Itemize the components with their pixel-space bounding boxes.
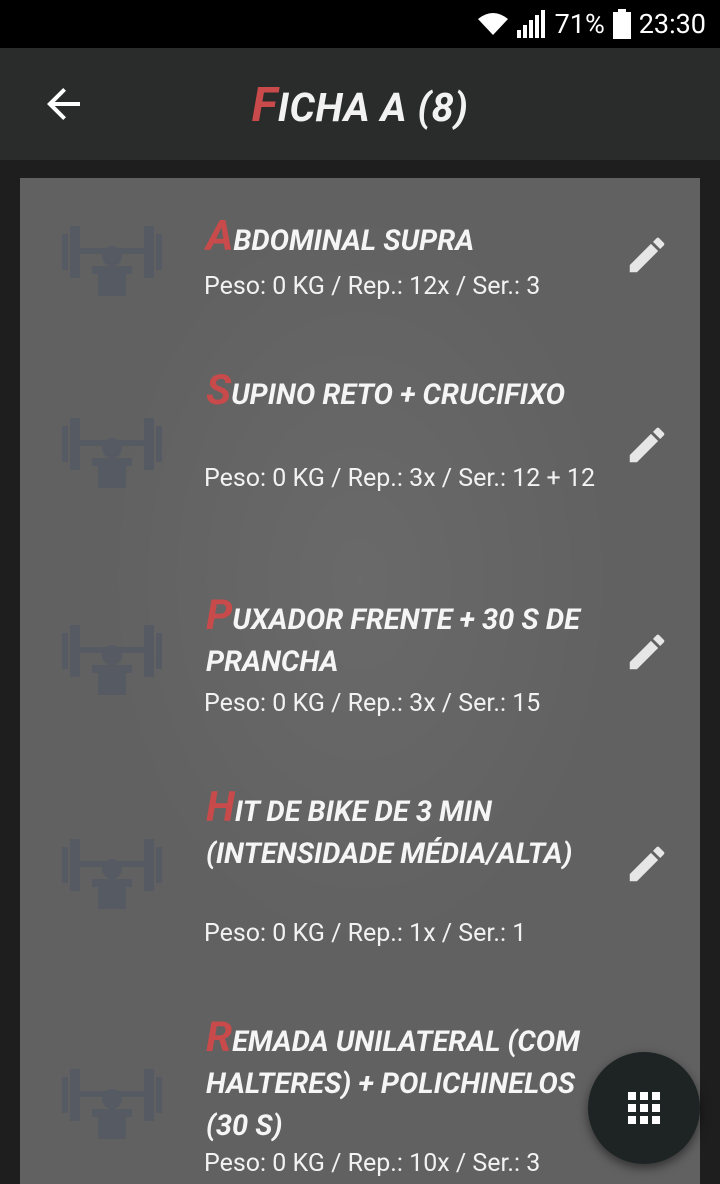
bench-press-icon [62,226,162,296]
exercise-name: Remada unilateral (com halteres) + polic… [206,1017,606,1147]
exercise-details: Peso: 0 KG / Rep.: 3x / Ser.: 15 [204,689,541,718]
exercise-details: Peso: 0 KG / Rep.: 12x / Ser.: 3 [204,272,541,301]
signal-icon [516,10,545,38]
exercise-name: Abdominal supra [206,216,606,262]
grid-icon [628,1092,660,1124]
list-item[interactable]: Supino reto + crucifixo Peso: 0 KG / Rep… [20,348,700,573]
pencil-icon[interactable] [624,841,670,887]
bench-press-icon [62,625,162,695]
bench-press-icon [62,839,162,909]
battery-percent: 71% [554,8,605,40]
clock: 23:30 [638,8,706,40]
exercise-name: Supino reto + crucifixo [206,370,606,416]
list-item[interactable]: Abdominal supra Peso: 0 KG / Rep.: 12x /… [20,178,700,348]
page-title: FICHA A (8) [0,76,720,133]
list-item[interactable]: Hit de bike de 3 min (intensidade média/… [20,783,700,1013]
bench-press-icon [62,418,162,488]
title-text: ICHA A (8) [277,84,469,131]
exercise-initial: A [206,212,234,261]
exercise-title: bdominal supra [233,224,475,258]
exercise-initial: R [206,1013,233,1062]
pencil-icon[interactable] [624,422,670,468]
app-bar: FICHA A (8) [0,48,720,160]
exercise-title: emada unilateral (com halteres) + polich… [206,1025,580,1143]
list-item[interactable]: Puxador frente + 30 s de prancha Peso: 0… [20,573,700,783]
wifi-icon [477,13,508,35]
exercise-details: Peso: 0 KG / Rep.: 1x / Ser.: 1 [204,919,527,948]
battery-icon [612,9,631,39]
exercise-initial: P [206,591,233,640]
exercise-name: Puxador frente + 30 s de prancha [206,595,606,683]
menu-fab-button[interactable] [588,1052,700,1164]
exercise-name: Hit de bike de 3 min (intensidade média/… [206,787,606,875]
exercise-details: Peso: 0 KG / Rep.: 10x / Ser.: 3 [204,1149,541,1178]
exercise-details: Peso: 0 KG / Rep.: 3x / Ser.: 12 + 12 [204,464,596,493]
exercise-title: it de bike de 3 min (intensidade média/a… [206,795,573,871]
exercise-list: Abdominal supra Peso: 0 KG / Rep.: 12x /… [20,178,700,1184]
exercise-initial: S [206,366,232,415]
exercise-initial: H [206,783,235,832]
exercise-title: uxador frente + 30 s de prancha [206,603,580,679]
title-initial: F [251,76,278,133]
bench-press-icon [62,1069,162,1139]
exercise-title: upino reto + crucifixo [231,378,565,412]
pencil-icon[interactable] [624,232,670,278]
pencil-icon[interactable] [624,629,670,675]
status-bar: 71% 23:30 [0,0,720,48]
